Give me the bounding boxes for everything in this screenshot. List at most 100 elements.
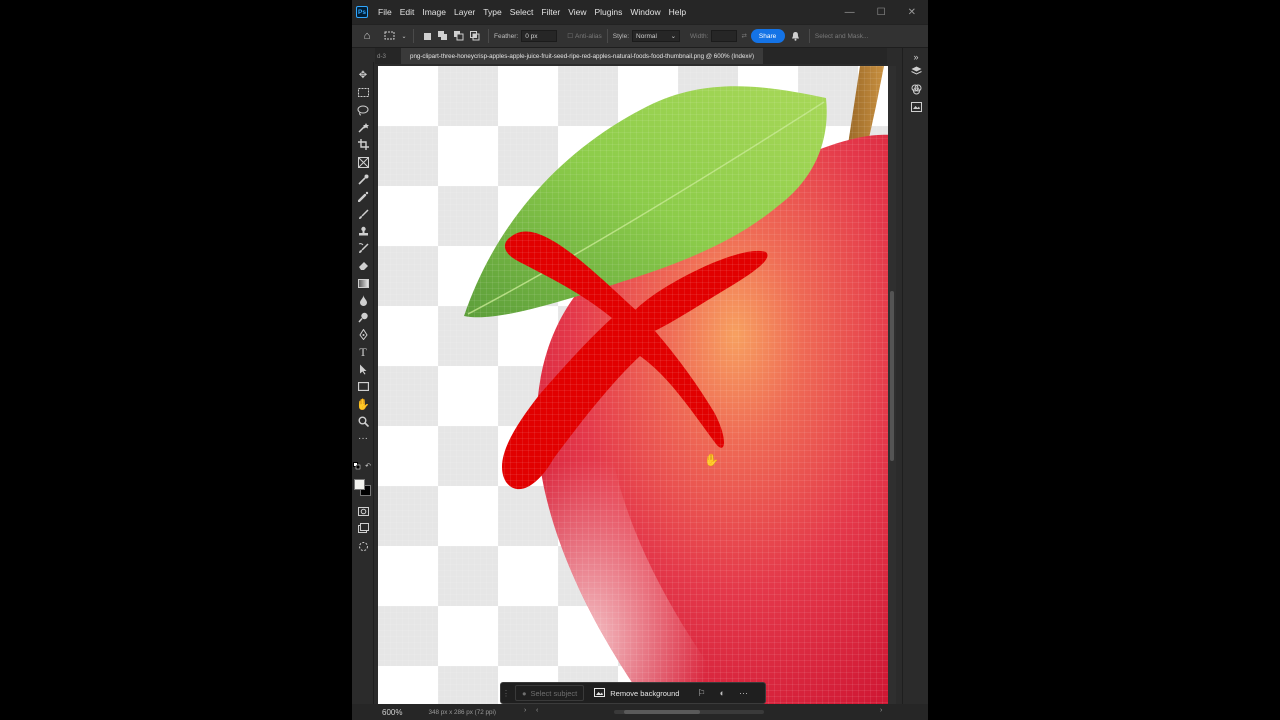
menu-help[interactable]: Help (665, 7, 690, 17)
mask-flag-icon[interactable]: ⚐ (697, 688, 705, 699)
menu-type[interactable]: Type (479, 7, 505, 17)
divider (488, 29, 489, 43)
select-subject-button[interactable]: ● Select subject (515, 685, 585, 701)
contextual-task-bar: ⋮ ● Select subject Remove background ⚐ ◐… (500, 682, 766, 704)
menu-file[interactable]: File (374, 7, 396, 17)
edit-toolbar-icon[interactable] (355, 538, 371, 554)
default-colors-icon[interactable] (353, 462, 361, 470)
spot-healing-icon[interactable] (355, 188, 371, 204)
dodge-icon[interactable] (355, 309, 371, 325)
vertical-scrollbar[interactable] (888, 66, 896, 706)
move-tool-icon[interactable]: ✥ (355, 67, 371, 83)
eyedropper-icon[interactable] (355, 171, 371, 187)
hand-icon[interactable]: ✋ (355, 396, 371, 412)
select-and-mask-button[interactable]: Select and Mask... (815, 33, 868, 40)
layers-icon[interactable] (909, 64, 923, 78)
quick-mask-icon[interactable] (355, 503, 371, 519)
intersect-selection-icon[interactable] (467, 31, 483, 41)
remove-background-label: Remove background (610, 688, 680, 698)
rectangular-marquee-icon[interactable] (355, 84, 371, 100)
width-input[interactable] (711, 30, 738, 42)
width-label: Width: (690, 32, 709, 40)
image-icon (594, 687, 606, 699)
menu-image[interactable]: Image (418, 7, 450, 17)
chevron-right-icon[interactable]: › (524, 707, 526, 714)
document-canvas[interactable]: ✋ (378, 66, 888, 706)
vertical-scroll-thumb[interactable] (890, 291, 894, 461)
photoshop-logo: Ps (356, 6, 368, 18)
libraries-icon[interactable] (909, 100, 923, 114)
clone-stamp-icon[interactable] (355, 223, 371, 239)
feather-label: Feather: (494, 32, 519, 40)
panel-dock: » (902, 48, 928, 706)
gradient-icon[interactable] (355, 275, 371, 291)
horizontal-scroll-thumb[interactable] (624, 710, 700, 714)
foreground-color-swatch[interactable] (354, 479, 365, 490)
anti-alias-checkbox[interactable]: ☐ (567, 32, 573, 40)
tab-active-document[interactable]: png-clipart-three-honeycrisp-apples-appl… (401, 48, 764, 64)
swap-icon[interactable]: ⇄ (741, 32, 746, 40)
type-icon[interactable]: T (355, 344, 371, 360)
photoshop-window: Ps File Edit Image Layer Type Select Fil… (352, 0, 928, 720)
drag-handle-icon[interactable]: ⋮ (501, 689, 511, 698)
chevron-left-icon[interactable]: ‹ (536, 707, 538, 714)
horizontal-scrollbar[interactable] (614, 710, 764, 714)
channels-icon[interactable] (909, 82, 923, 96)
more-tools-icon[interactable]: ··· (355, 430, 371, 446)
divider (808, 29, 810, 43)
frame-icon[interactable] (355, 154, 371, 170)
swap-colors-icon[interactable]: ↶ (364, 462, 372, 470)
anti-alias-label: Anti-alias (575, 32, 602, 40)
menu-filter[interactable]: Filter (537, 7, 564, 17)
expand-panels-icon[interactable]: » (909, 50, 923, 64)
menu-plugins[interactable]: Plugins (590, 7, 626, 17)
scroll-right-icon[interactable]: › (880, 707, 882, 714)
crop-icon[interactable] (355, 136, 371, 152)
tab-previous-document[interactable]: d-3 (375, 53, 401, 60)
zoom-icon[interactable] (355, 413, 371, 429)
maximize-icon[interactable]: ☐ (877, 7, 886, 18)
new-selection-icon[interactable] (419, 32, 435, 41)
add-to-selection-icon[interactable] (435, 31, 451, 41)
lasso-icon[interactable] (355, 102, 371, 118)
subtract-from-selection-icon[interactable] (451, 31, 467, 41)
history-brush-icon[interactable] (355, 240, 371, 256)
pen-icon[interactable] (355, 326, 371, 342)
chevron-down-icon[interactable]: ⌄ (400, 33, 408, 40)
more-options-icon[interactable]: ··· (739, 688, 748, 698)
style-select[interactable]: Normal ⌄ (632, 30, 681, 42)
canvas-image: ✋ (464, 66, 888, 706)
close-icon[interactable]: ✕ (908, 7, 916, 18)
object-selection-icon[interactable] (355, 119, 371, 135)
menu-edit[interactable]: Edit (396, 7, 419, 17)
tools-panel: ✥ T ✋ ··· ↶ (352, 62, 374, 706)
rectangle-icon[interactable] (355, 378, 371, 394)
share-button[interactable]: Share (750, 29, 785, 43)
options-bar: ⌂ ⌄ Feather: 0 px ☐ Anti-alias Style: No… (352, 24, 928, 48)
eraser-icon[interactable] (355, 257, 371, 273)
marquee-preset-icon[interactable] (380, 31, 400, 41)
menu-select[interactable]: Select (506, 7, 538, 17)
menu-view[interactable]: View (564, 7, 590, 17)
style-value: Normal (636, 32, 657, 40)
blur-icon[interactable] (355, 292, 371, 308)
menu-layer[interactable]: Layer (450, 7, 479, 17)
divider (413, 29, 414, 43)
minimize-icon[interactable]: — (845, 7, 855, 18)
document-size[interactable]: 348 px x 286 px (72 ppi) (428, 709, 496, 716)
adjustment-icon[interactable]: ◐ (720, 688, 725, 698)
path-selection-icon[interactable] (355, 361, 371, 377)
style-label: Style: (612, 32, 630, 40)
bell-icon[interactable] (788, 31, 804, 41)
status-bar: 600% 348 px x 286 px (72 ppi) › ‹ › (352, 704, 928, 720)
screen-mode-icon[interactable] (355, 520, 371, 536)
chevron-down-icon: ⌄ (670, 33, 677, 40)
home-icon[interactable]: ⌂ (354, 30, 380, 42)
feather-input[interactable]: 0 px (521, 30, 558, 42)
select-subject-label: Select subject (530, 688, 578, 698)
window-controls: — ☐ ✕ (845, 7, 916, 18)
menu-window[interactable]: Window (626, 7, 664, 17)
remove-background-button[interactable]: Remove background (594, 687, 680, 699)
brush-icon[interactable] (355, 206, 371, 222)
zoom-level[interactable]: 600% (382, 708, 402, 717)
